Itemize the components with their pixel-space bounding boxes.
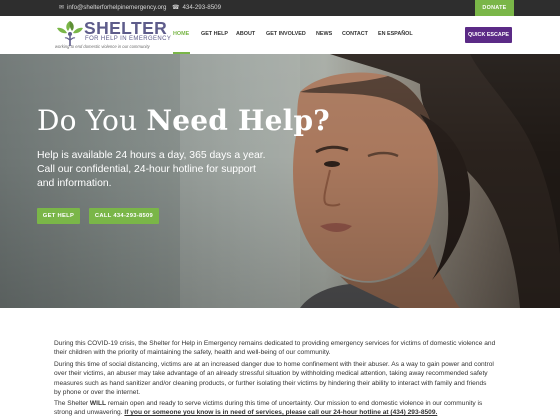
donate-button[interactable]: DONATE (475, 0, 514, 16)
call-hotline-button[interactable]: CALL 434-293-8509 (89, 208, 159, 224)
logo-tagline: working to end domestic violence in our … (55, 44, 150, 49)
nav-get-involved[interactable]: GET INVOLVED (266, 31, 306, 39)
nav-news[interactable]: NEWS (316, 31, 332, 39)
phone-icon: ☎ (172, 5, 180, 11)
topbar-phone[interactable]: ☎ 434-293-8509 (172, 0, 221, 16)
covid-paragraph-3: The Shelter WILL remain open and ready t… (54, 400, 483, 417)
logo-name[interactable]: SHELTER (84, 18, 167, 38)
logo-subtitle: FOR HELP IN EMERGENCY (85, 36, 172, 42)
nav-about[interactable]: ABOUT (236, 31, 255, 39)
nav-contact[interactable]: CONTACT (342, 31, 368, 39)
hero-line-3: and information. (37, 178, 112, 189)
covid-paragraph-2: During this time of social distancing, v… (54, 361, 494, 396)
top-bar: ✉ info@shelterforhelpinemergency.org ☎ 434… (0, 0, 560, 16)
envelope-icon: ✉ (59, 5, 65, 11)
covid-paragraph-1: During this COVID-19 crisis, the Shelter… (54, 340, 496, 357)
hotline-callout-link[interactable]: If you or someone you know is in need of… (124, 409, 437, 416)
topbar-email[interactable]: ✉ info@shelterforhelpinemergency.org (59, 0, 166, 16)
hero-line-2: Call our confidential, 24-hour hotline f… (37, 164, 256, 175)
nav-get-help[interactable]: GET HELP (201, 31, 228, 39)
nav-en-espanol[interactable]: EN ESPAÑOL (378, 31, 413, 39)
email-link[interactable]: info@shelterforhelpinemergency.org (67, 4, 166, 11)
hero-line-1: Help is available 24 hours a day, 365 da… (37, 150, 266, 161)
hero-banner: Do You Need Help? Help is available 24 h… (0, 54, 560, 308)
quick-escape-button[interactable]: QUICK ESCAPE (465, 27, 512, 43)
hero-title: Do You Need Help? (37, 104, 330, 137)
phone-link[interactable]: 434-293-8509 (182, 4, 221, 11)
get-help-button[interactable]: GET HELP (37, 208, 80, 224)
nav-home[interactable]: HOME (173, 31, 189, 39)
leaf-people-logo-icon[interactable] (55, 19, 85, 47)
